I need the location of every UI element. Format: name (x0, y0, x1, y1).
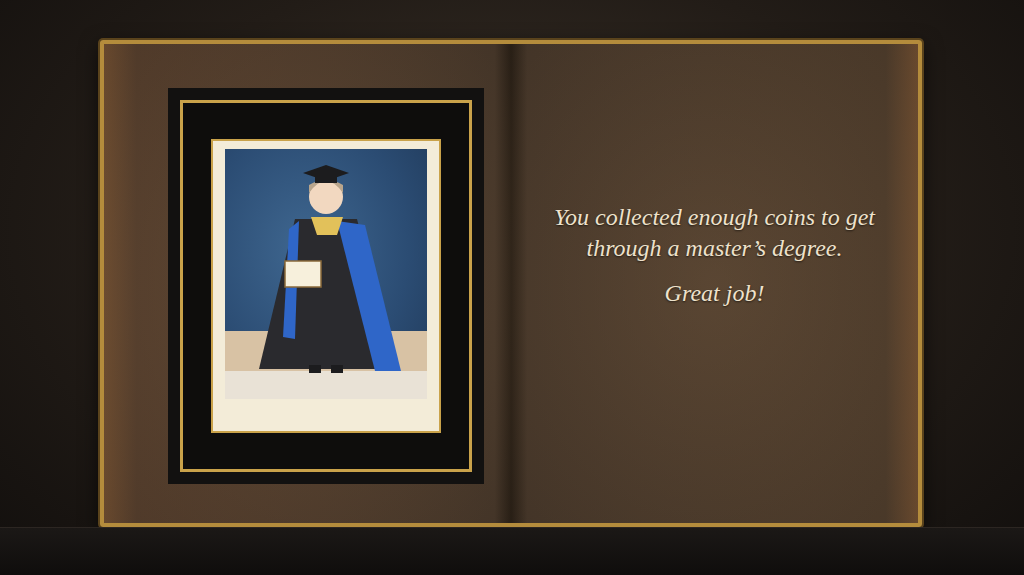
right-page: You collected enough coins to getthrough… (511, 44, 918, 523)
gold-frame (180, 100, 472, 472)
graduate-illustration (225, 139, 427, 399)
picture-frame (168, 88, 484, 484)
scene: You collected enough coins to getthrough… (0, 0, 1024, 527)
message-line: Great job! (665, 278, 765, 309)
message-line: You collected enough coins to get (554, 202, 875, 233)
game-screen: You collected enough coins to getthrough… (0, 0, 1024, 575)
bottom-bar (0, 527, 1024, 575)
graduation-picture (225, 149, 427, 399)
open-book: You collected enough coins to getthrough… (100, 40, 922, 527)
message-line: through a master’s degree. (587, 233, 843, 264)
left-page (104, 44, 511, 523)
picture-mat (211, 139, 441, 433)
